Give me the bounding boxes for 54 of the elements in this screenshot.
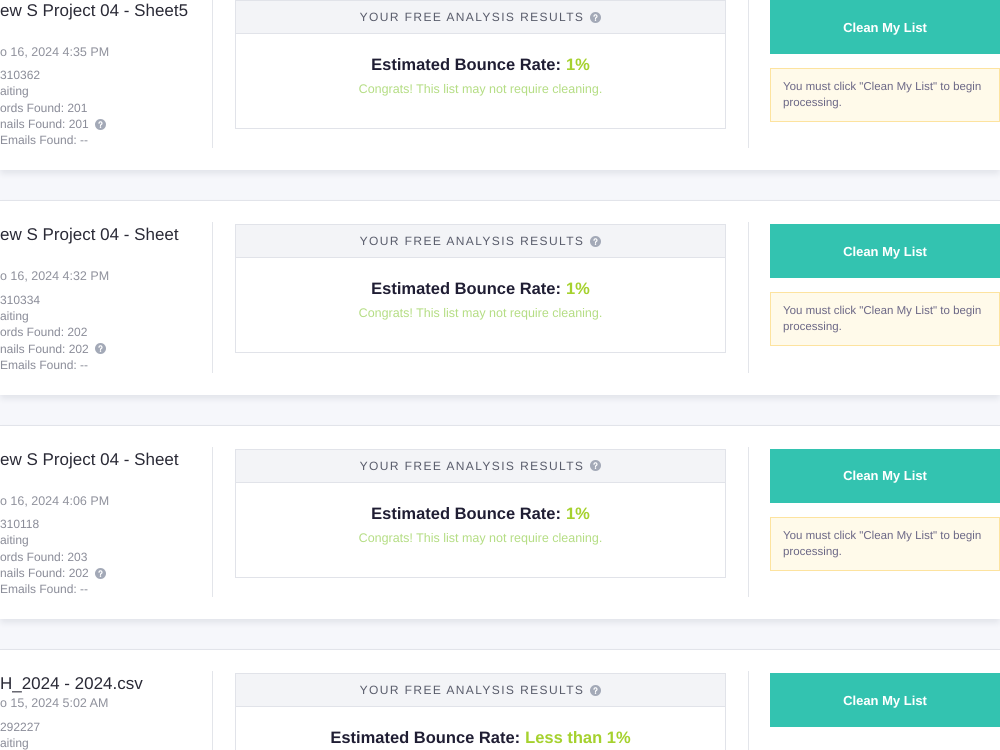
analysis-heading: YOUR FREE ANALYSIS RESULTS [360,683,584,698]
bounce-rate-value: 1% [566,504,590,525]
clean-list-button[interactable]: Clean My List [770,673,1000,728]
help-icon[interactable] [94,568,106,578]
help-icon[interactable] [590,684,602,696]
help-icon[interactable] [590,460,602,472]
job-detail: ords Found: 201 [0,100,88,116]
job-date: o 15, 2024 5:02 AM [0,695,110,712]
notice-message: You must click "Clean My List" to begin processing. [770,68,1000,122]
help-icon[interactable] [590,236,602,247]
clean-list-button[interactable]: Clean My List [770,224,1000,278]
job-title: ew S Project 04 - Sheet [0,224,180,246]
bounce-rate-label: Estimated Bounce Rate: [371,504,561,525]
bounce-rate-value: 1% [566,55,590,76]
job-detail: aiting [0,308,29,324]
job-title: H_2024 - 2024.csv [0,673,144,696]
analysis-heading: YOUR FREE ANALYSIS RESULTS [360,10,584,24]
bounce-rate-value: Less than 1% [525,728,631,750]
clean-list-button[interactable]: Clean My List [770,0,1000,54]
bounce-rate-label: Estimated Bounce Rate: [371,279,561,300]
help-icon[interactable] [94,343,106,354]
job-detail: 310362 [0,67,40,84]
bounce-rate-label: Estimated Bounce Rate: [371,55,561,76]
bounce-rate-label: Estimated Bounce Rate: [330,728,520,750]
job-date: o 16, 2024 4:32 PM [0,268,110,284]
bounce-rate-value: 1% [566,279,590,300]
job-detail: aiting [0,532,29,548]
job-title: ew S Project 04 - Sheet [0,448,180,471]
help-icon[interactable] [590,12,602,22]
congrats-message: Congrats! This list may not require cleaning. [358,530,602,546]
help-icon[interactable] [94,118,106,130]
job-detail: Emails Found: -- [0,132,88,148]
job-detail: Emails Found: -- [0,356,88,373]
job-date: o 16, 2024 4:06 PM [0,492,110,509]
job-detail: Emails Found: -- [0,581,88,598]
job-detail: nails Found: 202 [0,340,89,357]
job-title: ew S Project 04 - Sheet5 [0,0,190,22]
job-detail: 310334 [0,292,40,308]
job-detail: nails Found: 202 [0,565,89,581]
job-detail: aiting [0,734,29,750]
job-detail: nails Found: 201 [0,116,89,132]
job-detail: 292227 [0,718,40,735]
job-detail: ords Found: 203 [0,548,88,565]
congrats-message: Congrats! This list may not require cleaning. [358,305,602,322]
notice-message: You must click "Clean My List" to begin processing. [770,516,1000,571]
analysis-heading: YOUR FREE ANALYSIS RESULTS [360,234,584,248]
job-date: o 16, 2024 4:35 PM [0,44,110,60]
congrats-message: Congrats! This list may not require cleaning. [358,81,602,97]
job-detail: aiting [0,83,29,100]
job-detail: 310118 [0,516,40,532]
notice-message: You must click "Clean My List" to begin processing. [770,292,1000,346]
clean-list-button[interactable]: Clean My List [770,448,1000,503]
analysis-heading: YOUR FREE ANALYSIS RESULTS [360,458,584,473]
job-detail: ords Found: 202 [0,324,88,340]
